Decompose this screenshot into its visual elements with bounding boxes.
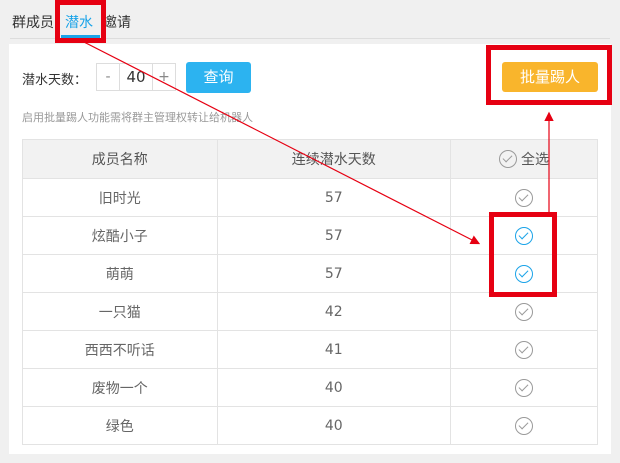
- lurk-days-value: 41: [216, 330, 451, 369]
- highlight-box-checks: [489, 212, 557, 297]
- member-name: 一只猫: [22, 292, 218, 331]
- member-name: 西西不听话: [22, 330, 218, 369]
- lurk-days-value: 40: [216, 406, 451, 445]
- lurk-days-label: 潜水天数：: [22, 73, 88, 88]
- lurk-days-input[interactable]: 40: [119, 64, 153, 90]
- hint-text: 启用批量踢人功能需将群主管理权转让给机器人: [22, 111, 253, 124]
- select-all-label: 全选: [520, 152, 549, 168]
- table-header-row: 成员名称 连续潜水天数 全选: [22, 139, 599, 179]
- check-circle-icon[interactable]: [514, 416, 533, 435]
- lurk-days-stepper: - 40 +: [96, 63, 176, 91]
- tab-invite[interactable]: 邀请: [103, 12, 131, 32]
- member-name: 炫酷小子: [22, 216, 218, 255]
- select-cell[interactable]: [449, 178, 599, 217]
- header-member-name: 成员名称: [22, 139, 218, 179]
- table-row: 西西不听话 41: [22, 330, 599, 369]
- check-circle-icon[interactable]: [514, 188, 533, 207]
- select-all[interactable]: 全选: [449, 139, 599, 179]
- check-circle-icon[interactable]: [514, 378, 533, 397]
- select-cell[interactable]: [449, 368, 599, 407]
- select-cell[interactable]: [449, 292, 599, 331]
- lurk-days-value: 57: [216, 254, 451, 293]
- member-name: 绿色: [22, 406, 218, 445]
- header-lurk-days: 连续潜水天数: [216, 139, 451, 179]
- table-row: 绿色 40: [22, 406, 599, 445]
- check-circle-icon[interactable]: [514, 340, 533, 359]
- increment-button[interactable]: +: [152, 64, 175, 90]
- lurk-days-value: 42: [216, 292, 451, 331]
- select-cell[interactable]: [449, 330, 599, 369]
- check-circle-icon[interactable]: [514, 302, 533, 321]
- table-row: 旧时光 57: [22, 178, 599, 217]
- select-all-checkbox-icon[interactable]: [498, 150, 517, 168]
- member-name: 萌萌: [22, 254, 218, 293]
- member-name: 旧时光: [22, 178, 218, 217]
- highlight-box-kick: [486, 45, 612, 105]
- decrement-button[interactable]: -: [97, 64, 120, 90]
- select-cell[interactable]: [449, 406, 599, 445]
- lurk-days-value: 40: [216, 368, 451, 407]
- tab-members[interactable]: 群成员: [12, 12, 54, 32]
- member-name: 废物一个: [22, 368, 218, 407]
- highlight-box-tab: [55, 0, 106, 43]
- table-row: 废物一个 40: [22, 368, 599, 407]
- lurk-days-value: 57: [216, 178, 451, 217]
- query-button[interactable]: 查询: [186, 62, 251, 93]
- lurk-days-value: 57: [216, 216, 451, 255]
- table-row: 一只猫 42: [22, 292, 599, 331]
